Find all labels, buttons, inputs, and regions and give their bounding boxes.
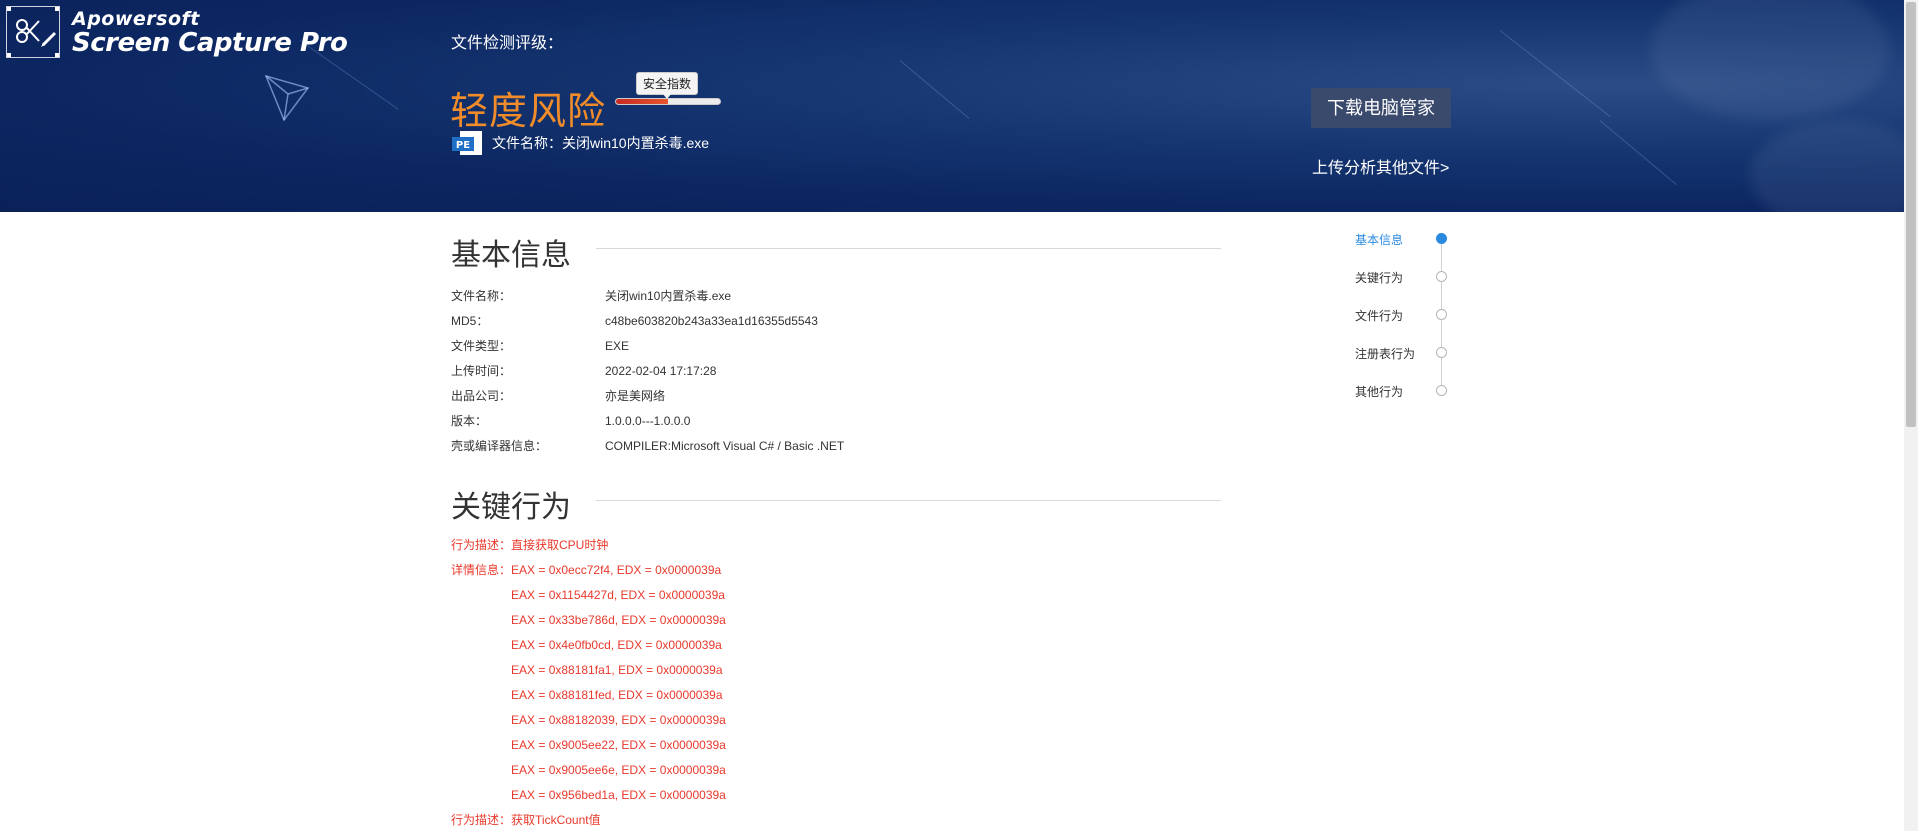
info-key: 出品公司：	[451, 389, 512, 403]
report-header: Apowersoft Screen Capture Pro 文件检测评级： 轻度…	[0, 0, 1904, 212]
behavior-detail-row: EAX = 0x9005ee6e, EDX = 0x0000039a	[511, 762, 726, 777]
behavior-desc-value: 获取TickCount值	[511, 813, 601, 827]
file-name-label: 文件名称：	[492, 135, 562, 151]
file-name-value: 关闭win10内置杀毒.exe	[562, 135, 710, 151]
info-row: 壳或编译器信息： COMPILER:Microsoft Visual C# / B…	[451, 433, 844, 458]
file-name-row: PE 文件名称： 关闭win10内置杀毒.exe	[452, 131, 709, 155]
behavior-detail-row: EAX = 0x1154427d, EDX = 0x0000039a	[511, 587, 725, 602]
scissors-pen-icon	[6, 6, 60, 58]
behavior-desc-value: 直接获取CPU时钟	[511, 538, 609, 552]
eval-label: 文件检测评级：	[451, 35, 564, 52]
bg-streak	[899, 60, 970, 119]
risk-level-text: 轻度风险	[450, 91, 607, 133]
behavior-detail-row: EAX = 0x88181fed, EDX = 0x0000039a	[511, 687, 723, 702]
info-value: EXE	[605, 338, 630, 353]
info-value: COMPILER:Microsoft Visual C# / Basic .NE…	[605, 438, 845, 453]
risk-index-fill	[616, 99, 668, 104]
behavior-desc-label: 行为描述：	[451, 538, 512, 552]
watermark: Apowersoft Screen Capture Pro	[4, 4, 348, 60]
basic-info-table: 文件名称： 关闭win10内置杀毒.exe MD5： c48be603820b243a…	[451, 283, 844, 458]
side-nav-item-basic-info[interactable]: 基本信息	[1355, 229, 1455, 249]
info-value: 1.0.0.0---1.0.0.0	[605, 413, 691, 428]
bg-cloud	[1650, 0, 1890, 120]
side-nav-label: 注册表行为	[1355, 347, 1416, 361]
info-value: c48be603820b243a33ea1d16355d5543	[605, 313, 818, 328]
watermark-brand: Apowersoft	[72, 8, 200, 30]
section-divider	[596, 500, 1221, 501]
side-nav-dot-icon	[1436, 347, 1447, 358]
bg-cloud	[1750, 120, 1904, 212]
info-row: MD5： c48be603820b243a33ea1d16355d5543	[451, 308, 844, 333]
upload-other-file-link[interactable]: 上传分析其他文件>	[1312, 154, 1449, 178]
info-row: 文件类型： EXE	[451, 333, 844, 358]
decorative-triangle-icon	[262, 72, 312, 124]
bg-streak	[1499, 30, 1611, 118]
behavior-detail-row: EAX = 0x88182039, EDX = 0x0000039a	[511, 712, 726, 727]
side-nav-item-file-behavior[interactable]: 文件行为	[1355, 305, 1455, 325]
side-nav-dot-icon	[1436, 309, 1447, 320]
key-behavior-list: 行为描述： 直接获取CPU时钟 详情信息： EAX = 0x0ecc72f4, ED…	[451, 532, 726, 831]
info-key: 版本：	[451, 414, 488, 428]
pe-file-icon: PE	[452, 131, 484, 155]
side-nav-item-registry-behavior[interactable]: 注册表行为	[1355, 343, 1455, 363]
side-nav-item-other-behavior[interactable]: 其他行为	[1355, 381, 1455, 401]
side-nav-dot-icon	[1436, 385, 1447, 396]
section-divider	[596, 248, 1221, 249]
behavior-desc-label: 行为描述：	[451, 813, 512, 827]
info-row: 出品公司： 亦是美网络	[451, 383, 844, 408]
side-nav-label: 其他行为	[1355, 385, 1404, 399]
bg-streak	[1599, 120, 1677, 186]
info-value: 关闭win10内置杀毒.exe	[605, 289, 732, 303]
pe-icon-text: PE	[456, 140, 470, 151]
info-key: 文件名称：	[451, 289, 512, 303]
info-row: 文件名称： 关闭win10内置杀毒.exe	[451, 283, 844, 308]
info-value: 亦是美网络	[605, 389, 666, 403]
side-nav-label: 文件行为	[1355, 309, 1404, 323]
info-key: 壳或编译器信息：	[451, 439, 548, 453]
risk-index-bar	[615, 98, 721, 105]
info-row: 上传时间： 2022-02-04 17:17:28	[451, 358, 844, 383]
side-nav-dot-icon	[1436, 233, 1447, 244]
info-row: 版本： 1.0.0.0---1.0.0.0	[451, 408, 844, 433]
info-key: 文件类型：	[451, 339, 512, 353]
behavior-desc-row: 行为描述： 获取TickCount值	[451, 807, 726, 831]
side-nav-item-key-behavior[interactable]: 关键行为	[1355, 267, 1455, 287]
basic-info-title: 基本信息	[451, 239, 571, 272]
side-nav-label: 基本信息	[1355, 233, 1404, 247]
scrollbar-thumb[interactable]	[1906, 2, 1916, 427]
info-value: 2022-02-04 17:17:28	[605, 363, 717, 378]
section-side-nav: 基本信息 关键行为 文件行为 注册表行为 其他行为	[1355, 225, 1455, 399]
info-key: MD5：	[451, 314, 489, 328]
key-behavior-title: 关键行为	[451, 491, 571, 524]
watermark-product: Screen Capture Pro	[72, 28, 348, 58]
safety-index-tag: 安全指数	[636, 72, 699, 99]
behavior-detail-value: EAX = 0x0ecc72f4, EDX = 0x0000039a	[511, 562, 722, 577]
behavior-detail-row: EAX = 0x88181fa1, EDX = 0x0000039a	[511, 662, 723, 677]
info-key: 上传时间：	[451, 364, 512, 378]
behavior-detail-row: EAX = 0x9005ee22, EDX = 0x0000039a	[511, 737, 726, 752]
side-nav-dot-icon	[1436, 271, 1447, 282]
behavior-detail-row: 详情信息： EAX = 0x0ecc72f4, EDX = 0x0000039a	[451, 557, 726, 582]
side-nav-label: 关键行为	[1355, 271, 1404, 285]
download-pc-manager-button[interactable]: 下载电脑管家	[1311, 88, 1451, 128]
behavior-detail-row: EAX = 0x4e0fb0cd, EDX = 0x0000039a	[511, 637, 722, 652]
behavior-detail-label: 详情信息：	[451, 563, 512, 577]
behavior-detail-row: EAX = 0x956bed1a, EDX = 0x0000039a	[511, 787, 726, 802]
behavior-desc-row: 行为描述： 直接获取CPU时钟	[451, 532, 726, 557]
page-scrollbar[interactable]	[1904, 0, 1918, 831]
behavior-detail-row: EAX = 0x33be786d, EDX = 0x0000039a	[511, 612, 726, 627]
